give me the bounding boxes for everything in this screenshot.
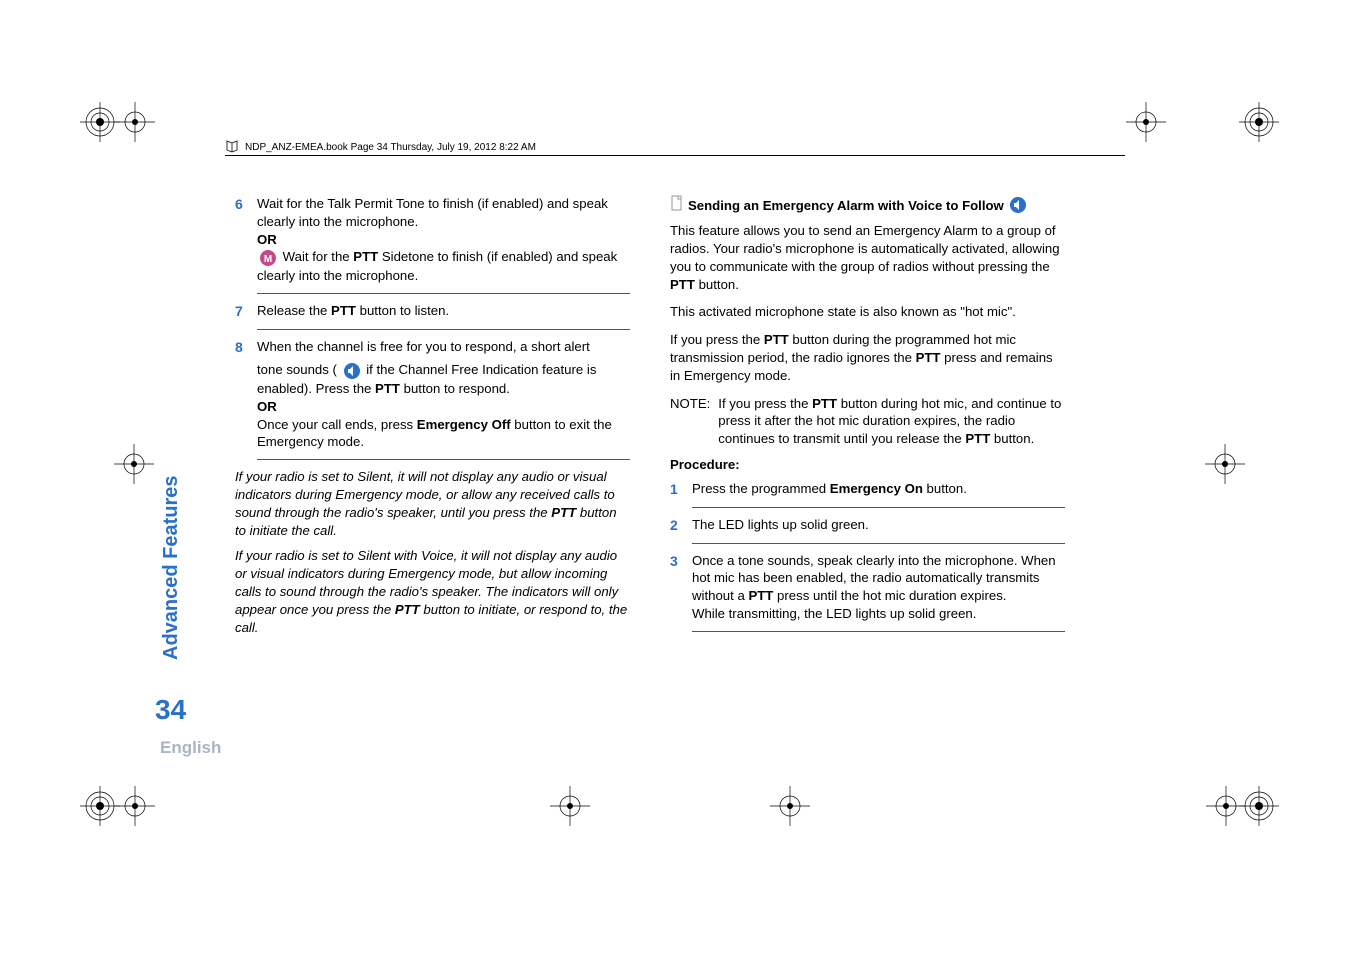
reg-mark-icon bbox=[1239, 102, 1279, 142]
note-body: If you press the PTT button during hot m… bbox=[718, 395, 1065, 448]
text: press until the hot mic duration expires… bbox=[773, 588, 1006, 603]
text: button to respond. bbox=[400, 381, 510, 396]
proc-step-3: 3 Once a tone sounds, speak clearly into… bbox=[670, 552, 1065, 623]
italic-note-2: If your radio is set to Silent with Voic… bbox=[235, 547, 630, 636]
document-icon bbox=[670, 195, 684, 213]
text: button to listen. bbox=[356, 303, 449, 318]
speaker-circle-icon bbox=[343, 362, 361, 380]
separator bbox=[257, 459, 630, 460]
step-number: 8 bbox=[235, 338, 257, 452]
step-body: Wait for the Talk Permit Tone to finish … bbox=[257, 195, 630, 285]
text: Press the programmed bbox=[692, 481, 830, 496]
section-heading: Sending an Emergency Alarm with Voice to… bbox=[670, 195, 1065, 216]
ptt-label: PTT bbox=[764, 332, 789, 347]
step-body: Once a tone sounds, speak clearly into t… bbox=[692, 552, 1065, 623]
crosshair-icon bbox=[1206, 786, 1246, 826]
text: When the channel is free for you to resp… bbox=[257, 339, 590, 354]
or-label: OR bbox=[257, 232, 277, 247]
ptt-label: PTT bbox=[551, 505, 576, 520]
m-circle-icon: M bbox=[259, 249, 277, 267]
reg-mark-icon bbox=[80, 786, 120, 826]
ptt-label: PTT bbox=[748, 588, 773, 603]
text: button. bbox=[990, 431, 1034, 446]
ptt-label: PTT bbox=[916, 350, 941, 365]
proc-step-2: 2 The LED lights up solid green. bbox=[670, 516, 1065, 535]
section-tab: Advanced Features bbox=[160, 460, 190, 660]
text: If you press the bbox=[718, 396, 812, 411]
paragraph: If you press the PTT button during the p… bbox=[670, 331, 1065, 384]
proc-step-1: 1 Press the programmed Emergency On butt… bbox=[670, 480, 1065, 499]
text: This feature allows you to send an Emerg… bbox=[670, 223, 1060, 274]
page: NDP_ANZ-EMEA.book Page 34 Thursday, July… bbox=[0, 0, 1350, 954]
italic-note-1: If your radio is set to Silent, it will … bbox=[235, 468, 630, 539]
ptt-label: PTT bbox=[395, 602, 420, 617]
right-column: Sending an Emergency Alarm with Voice to… bbox=[670, 195, 1065, 645]
text: Wait for the bbox=[283, 249, 354, 264]
text: button. bbox=[695, 277, 739, 292]
ptt-label: PTT bbox=[353, 249, 378, 264]
separator bbox=[257, 329, 630, 330]
step-8: 8 When the channel is free for you to re… bbox=[235, 338, 630, 452]
or-label: OR bbox=[257, 399, 277, 414]
page-header: NDP_ANZ-EMEA.book Page 34 Thursday, July… bbox=[225, 135, 1125, 156]
procedure-label: Procedure: bbox=[670, 456, 1065, 474]
crosshair-icon bbox=[1126, 102, 1166, 142]
text: Once your call ends, press bbox=[257, 417, 417, 432]
text: If you press the bbox=[670, 332, 764, 347]
text: While transmitting, the LED lights up so… bbox=[692, 606, 976, 621]
crosshair-icon bbox=[770, 786, 810, 826]
ptt-label: PTT bbox=[812, 396, 837, 411]
header-text: NDP_ANZ-EMEA.book Page 34 Thursday, July… bbox=[245, 142, 536, 155]
step-6: 6 Wait for the Talk Permit Tone to finis… bbox=[235, 195, 630, 285]
ptt-label: PTT bbox=[375, 381, 400, 396]
separator bbox=[692, 507, 1065, 508]
crosshair-icon bbox=[114, 444, 154, 484]
ptt-label: PTT bbox=[331, 303, 356, 318]
ptt-label: PTT bbox=[670, 277, 695, 292]
step-number: 3 bbox=[670, 552, 692, 623]
note-label: NOTE: bbox=[670, 395, 710, 448]
separator bbox=[692, 631, 1065, 632]
step-body: Press the programmed Emergency On button… bbox=[692, 480, 1065, 499]
paragraph: This feature allows you to send an Emerg… bbox=[670, 222, 1065, 293]
emergency-on-label: Emergency On bbox=[830, 481, 923, 496]
text: button. bbox=[923, 481, 967, 496]
content: 6 Wait for the Talk Permit Tone to finis… bbox=[235, 195, 1065, 645]
paragraph: This activated microphone state is also … bbox=[670, 303, 1065, 321]
reg-mark-icon bbox=[80, 102, 120, 142]
step-body: When the channel is free for you to resp… bbox=[257, 338, 630, 452]
crosshair-icon bbox=[550, 786, 590, 826]
separator bbox=[692, 543, 1065, 544]
heading-text: Sending an Emergency Alarm with Voice to… bbox=[688, 195, 1029, 216]
crosshair-icon bbox=[115, 102, 155, 142]
step-number: 6 bbox=[235, 195, 257, 285]
crosshair-icon bbox=[115, 786, 155, 826]
step-number: 1 bbox=[670, 480, 692, 499]
separator bbox=[257, 293, 630, 294]
step-number: 2 bbox=[670, 516, 692, 535]
language-label: English bbox=[160, 738, 221, 758]
crosshair-icon bbox=[1205, 444, 1245, 484]
book-icon bbox=[225, 139, 239, 153]
speaker-circle-icon bbox=[1009, 196, 1027, 214]
step-7: 7 Release the PTT button to listen. bbox=[235, 302, 630, 321]
svg-text:M: M bbox=[264, 254, 272, 265]
page-number: 34 bbox=[155, 694, 186, 726]
text: tone sounds ( bbox=[257, 362, 341, 377]
left-column: 6 Wait for the Talk Permit Tone to finis… bbox=[235, 195, 630, 645]
step-body: Release the PTT button to listen. bbox=[257, 302, 630, 321]
step-number: 7 bbox=[235, 302, 257, 321]
text: Wait for the Talk Permit Tone to finish … bbox=[257, 196, 608, 229]
ptt-label: PTT bbox=[965, 431, 990, 446]
step-body: The LED lights up solid green. bbox=[692, 516, 1065, 535]
emergency-off-label: Emergency Off bbox=[417, 417, 511, 432]
note: NOTE: If you press the PTT button during… bbox=[670, 395, 1065, 448]
text: Release the bbox=[257, 303, 331, 318]
